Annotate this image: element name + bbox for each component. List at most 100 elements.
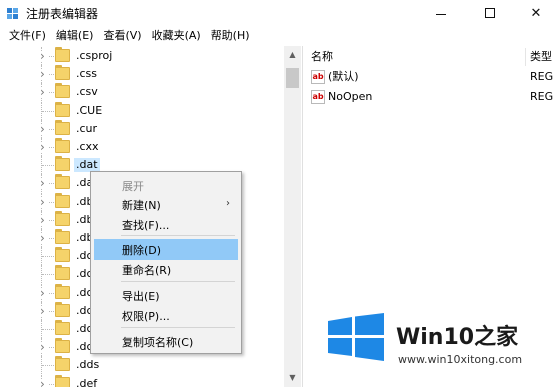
close-icon: ✕ (530, 5, 542, 21)
scroll-down-arrow-icon[interactable]: ▼ (284, 369, 301, 386)
menu-view[interactable]: 查看(V) (98, 26, 146, 46)
value-name: NoOpen (328, 90, 373, 103)
tree-guide-line (42, 256, 54, 258)
expand-arrow-icon[interactable]: › (40, 214, 48, 226)
tree-item[interactable]: .dds (0, 356, 286, 375)
tree-item[interactable]: › .def (0, 374, 286, 387)
submenu-arrow-icon: › (226, 198, 230, 209)
tree-item[interactable]: .CUE (0, 101, 286, 120)
ab-string-icon: ab (311, 90, 325, 104)
column-separator[interactable] (525, 48, 526, 66)
ctx-export[interactable]: 导出(E) (94, 285, 238, 306)
scroll-up-arrow-icon[interactable]: ▲ (284, 46, 301, 63)
tree-item[interactable]: › .css (0, 65, 286, 84)
column-header-type[interactable]: 类型 (530, 46, 552, 68)
expand-arrow-icon[interactable]: › (40, 305, 48, 317)
expand-arrow-icon[interactable]: › (40, 341, 48, 353)
tree-guide-line (42, 365, 54, 367)
ctx-new-label: 新建(N) (122, 198, 161, 212)
expand-arrow-icon[interactable]: › (40, 196, 48, 208)
column-header-name[interactable]: 名称 (311, 46, 333, 68)
tree-item[interactable]: › .cxx (0, 138, 286, 156)
menu-edit[interactable]: 编辑(E) (51, 26, 99, 46)
folder-icon (55, 374, 70, 387)
folder-icon (55, 265, 70, 281)
expand-arrow-icon[interactable]: › (40, 177, 48, 189)
watermark-title-prefix: Win10 (396, 325, 475, 350)
tree-item-label: .cur (76, 121, 98, 135)
tree-item-label: .def (76, 376, 98, 387)
expand-arrow-icon[interactable]: › (40, 378, 48, 387)
expand-arrow-icon[interactable]: › (40, 232, 48, 244)
window-title: 注册表编辑器 (26, 7, 99, 21)
watermark-url: www.win10xitong.com (398, 353, 523, 366)
tree-item[interactable]: › .csproj (0, 47, 286, 65)
ctx-rename[interactable]: 重命名(R) (94, 259, 238, 280)
folder-icon (55, 210, 70, 226)
menu-favorites[interactable]: 收藏夹(A) (147, 26, 206, 46)
expand-arrow-icon[interactable]: › (40, 50, 48, 62)
folder-icon (55, 192, 70, 208)
tree-guide-line (42, 274, 54, 276)
tree-item-label: .CUE (76, 103, 103, 117)
tree-item-label: .csproj (76, 49, 113, 62)
folder-icon (55, 138, 70, 153)
context-menu: 展开 新建(N) › 查找(F)... 删除(D) 重命名(R) 导出(E) 权… (90, 171, 242, 354)
folder-icon (55, 229, 70, 244)
menu-bar: 文件(F) 编辑(E) 查看(V) 收藏夹(A) 帮助(H) (0, 26, 554, 46)
watermark-title: Win10之家 (396, 319, 518, 351)
ctx-copy-key-name[interactable]: 复制项名称(C) (94, 331, 238, 352)
maximize-icon (485, 8, 495, 18)
folder-icon (55, 83, 70, 99)
ctx-find[interactable]: 查找(F)... (94, 214, 238, 235)
expand-arrow-icon[interactable]: › (40, 86, 48, 98)
value-row[interactable]: ab (默认) REG (305, 68, 554, 87)
scroll-thumb[interactable] (286, 68, 299, 88)
value-type: REG (530, 70, 554, 83)
expand-arrow-icon[interactable]: › (40, 68, 48, 80)
tree-item-label: .dds (76, 358, 100, 372)
folder-icon (55, 356, 70, 372)
expand-arrow-icon[interactable]: › (40, 141, 48, 153)
menu-separator (121, 235, 235, 236)
menu-help[interactable]: 帮助(H) (206, 26, 255, 46)
value-row[interactable]: ab NoOpen REG (305, 88, 554, 107)
tree-guide-line (42, 329, 54, 330)
ctx-new[interactable]: 新建(N) › (94, 194, 238, 215)
value-type: REG (530, 90, 554, 103)
ctx-expand[interactable]: 展开 (94, 175, 238, 196)
folder-icon (55, 320, 70, 335)
folder-icon (55, 283, 70, 299)
folder-icon (55, 47, 70, 62)
folder-icon (55, 174, 70, 190)
ab-string-icon: ab (311, 70, 325, 84)
folder-icon (55, 156, 70, 172)
ctx-delete[interactable]: 删除(D) (94, 239, 238, 260)
menu-file[interactable]: 文件(F) (4, 26, 51, 46)
tree-item[interactable]: › .cur (0, 119, 286, 138)
minimize-button[interactable] (418, 0, 464, 26)
tree-item-label: .csv (76, 85, 98, 99)
maximize-button[interactable] (467, 0, 513, 26)
folder-icon (55, 301, 70, 317)
expand-arrow-icon[interactable]: › (40, 287, 48, 299)
minimize-icon (436, 13, 446, 15)
tree-guide-line (42, 110, 54, 112)
expand-arrow-icon[interactable]: › (40, 123, 48, 135)
tree-guide-line (42, 165, 54, 167)
folder-icon (55, 65, 70, 81)
watermark: Win10之家 www.win10xitong.com (326, 307, 554, 387)
close-button[interactable]: ✕ (513, 0, 554, 26)
regedit-app-icon (7, 8, 18, 19)
tree-item-label: .css (76, 67, 98, 81)
watermark-title-suffix: 之家 (474, 325, 519, 350)
ctx-permissions[interactable]: 权限(P)... (94, 305, 238, 326)
folder-icon (55, 338, 70, 354)
tree-item-label: .cxx (76, 140, 99, 153)
folder-icon (55, 119, 70, 135)
tree-scrollbar[interactable]: ▲ ▼ (284, 46, 301, 387)
tree-item[interactable]: › .csv (0, 83, 286, 102)
title-bar: 注册表编辑器 ✕ (0, 0, 554, 26)
folder-icon (55, 101, 70, 117)
folder-icon (55, 247, 70, 263)
